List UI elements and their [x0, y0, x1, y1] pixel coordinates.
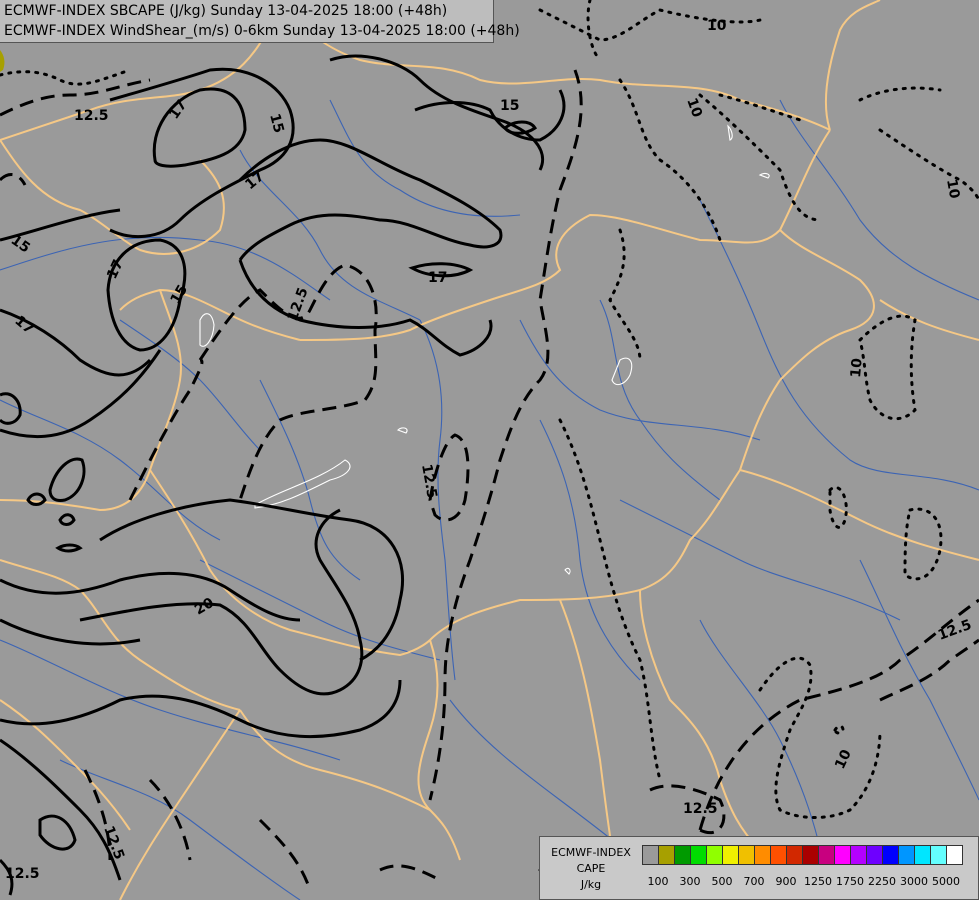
title-line-2: ECMWF-INDEX WindShear_(m/s) 0-6km Sunday… — [4, 23, 520, 39]
contour-label: 17 — [104, 257, 127, 281]
legend-label-1: ECMWF-INDEX — [551, 846, 631, 859]
contour-label: 12.5 — [285, 285, 312, 323]
contour-label: 12.5 — [936, 617, 974, 644]
contour-label: 10 — [707, 18, 727, 34]
legend-tick-label: 1250 — [804, 875, 832, 888]
legend-swatch — [770, 845, 787, 865]
solid-contours — [0, 54, 566, 896]
contour-label: 12.5 — [5, 866, 40, 882]
legend-tick-label: 3000 — [900, 875, 928, 888]
contour-label: 17 — [242, 168, 267, 193]
legend-tick-label: 900 — [775, 875, 797, 888]
legend-tick-label: 2250 — [868, 875, 896, 888]
contour-label: 15 — [266, 112, 286, 135]
contour-label: 12.5 — [683, 801, 718, 817]
contour-label: 10 — [683, 96, 705, 120]
legend-tick-label: 5000 — [932, 875, 960, 888]
legend-swatch — [658, 845, 675, 865]
contour-labels: 17 15 12.5 17 17 15 17 15 12.5 10 10 10 … — [5, 18, 974, 882]
title-box: ECMWF-INDEX SBCAPE (J/kg) Sunday 13-04-2… — [0, 0, 520, 43]
legend-swatch — [930, 845, 947, 865]
contour-label: 10 — [832, 747, 855, 772]
contour-label: 20 — [192, 595, 217, 619]
legend-tick-label: 300 — [679, 875, 701, 888]
legend-swatch — [722, 845, 739, 865]
contour-layer: 17 15 12.5 17 17 15 17 15 12.5 10 10 10 … — [0, 0, 979, 900]
legend-tick-label: 100 — [647, 875, 669, 888]
contour-label: 15 — [168, 282, 192, 307]
contour-label: 15 — [500, 98, 519, 114]
legend-tick-label: 700 — [743, 875, 765, 888]
contour-label: 17 — [166, 97, 190, 122]
contour-label: 10 — [943, 178, 962, 200]
legend-label-3: J/kg — [580, 878, 602, 891]
legend-swatch — [706, 845, 723, 865]
legend-swatch — [818, 845, 835, 865]
legend-swatch — [850, 845, 867, 865]
legend-swatch — [834, 845, 851, 865]
legend-swatch — [642, 845, 659, 865]
legend-swatch — [786, 845, 803, 865]
legend-tick-label: 500 — [711, 875, 733, 888]
legend-swatch — [866, 845, 883, 865]
legend-swatch — [754, 845, 771, 865]
legend-swatch — [946, 845, 963, 865]
title-line-1: ECMWF-INDEX SBCAPE (J/kg) Sunday 13-04-2… — [4, 3, 448, 19]
dashed-contours — [0, 69, 979, 891]
legend: ECMWF-INDEX CAPE J/kg 100 300 500 700 900 125… — [539, 836, 979, 900]
legend-swatch — [674, 845, 691, 865]
legend-swatch — [690, 845, 707, 865]
legend-swatch — [898, 845, 915, 865]
legend-tick-label: 1750 — [836, 875, 864, 888]
weather-map: 17 15 12.5 17 17 15 17 15 12.5 10 10 10 … — [0, 0, 979, 900]
legend-swatch — [882, 845, 899, 865]
legend-swatch — [802, 845, 819, 865]
legend-swatch — [914, 845, 931, 865]
contour-label: 10 — [848, 357, 866, 378]
contour-label: 17 — [428, 270, 447, 286]
contour-label: 12.5 — [74, 108, 109, 124]
legend-label-2: CAPE — [576, 862, 606, 875]
legend-swatch — [738, 845, 755, 865]
